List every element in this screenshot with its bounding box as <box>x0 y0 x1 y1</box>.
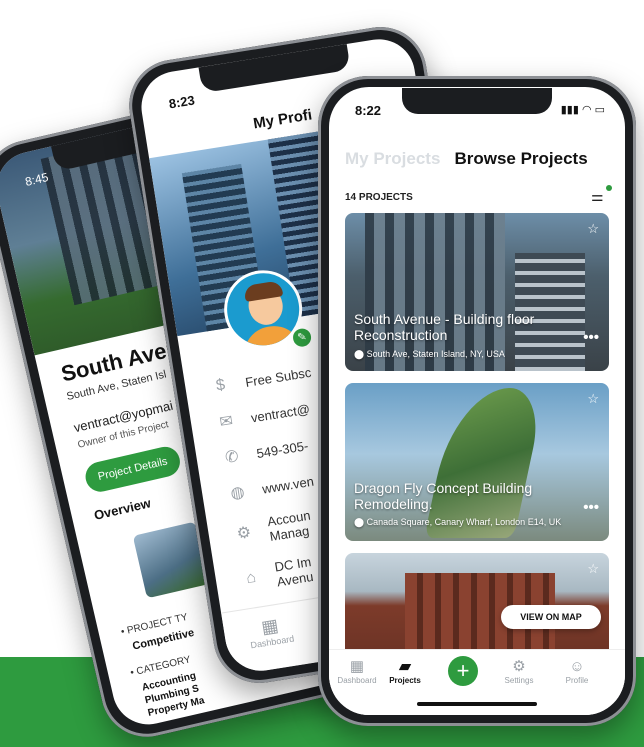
signal-wifi-battery-icon: ▮▮▮ ◠ ▭ <box>560 104 605 116</box>
category-value: Accounting Plumbing S Property Ma <box>141 670 206 719</box>
mail-icon: ✉ <box>218 412 235 432</box>
info-text: 549-305- <box>255 437 310 461</box>
location-pin-icon: ⬤ <box>354 517 365 527</box>
tab-my-projects[interactable]: My Projects <box>345 149 440 168</box>
status-time: 8:22 <box>355 103 382 118</box>
location-text: Canada Square, Canary Wharf, London E14,… <box>366 517 562 527</box>
gear-icon: ⚙ <box>512 658 526 675</box>
project-card-title: South Avenue - Building floor Reconstruc… <box>354 311 535 343</box>
more-options-icon[interactable]: ••• <box>583 329 599 346</box>
favorite-star-icon[interactable]: ☆ <box>587 391 599 407</box>
browse-projects-phone: 8:22 ▮▮▮ ◠ ▭ My Projects Browse Projects … <box>318 76 636 726</box>
project-tabs: My Projects Browse Projects <box>345 149 588 169</box>
tab-profile[interactable]: ☺ Profile <box>549 658 605 685</box>
favorite-star-icon[interactable]: ☆ <box>587 561 599 577</box>
browse-projects-screen: 8:22 ▮▮▮ ◠ ▭ My Projects Browse Projects … <box>329 87 625 715</box>
home-indicator <box>417 702 537 706</box>
tab-label: Settings <box>504 676 534 685</box>
tab-browse-projects[interactable]: Browse Projects <box>454 149 587 168</box>
location-text: South Ave, Staten Island, NY, USA <box>366 349 505 359</box>
project-image <box>345 553 609 649</box>
tab-settings[interactable]: ⚙ Settings <box>491 658 547 685</box>
info-text: Free Subsc <box>244 364 313 390</box>
status-time: 8:23 <box>167 92 196 112</box>
gear-icon: ⚙ <box>235 524 253 544</box>
info-text: ventract@ <box>249 400 311 425</box>
project-card-location: ⬤ Canada Square, Canary Wharf, London E1… <box>354 517 561 528</box>
folder-star-icon: ▰ <box>399 658 411 675</box>
favorite-star-icon[interactable]: ☆ <box>587 221 599 237</box>
filter-icon[interactable]: ⚌ <box>591 185 612 204</box>
phone-notch <box>402 88 552 114</box>
project-card[interactable]: ☆ Dragon Fly Concept Building Remodeling… <box>345 383 609 541</box>
tab-label: Profile <box>565 676 589 685</box>
view-on-map-button[interactable]: VIEW ON MAP <box>501 605 601 629</box>
home-icon: ⌂ <box>244 568 258 588</box>
location-pin-icon: ⬤ <box>354 349 365 359</box>
more-options-icon[interactable]: ••• <box>583 499 599 516</box>
add-project-button[interactable]: + <box>448 656 478 686</box>
project-image <box>345 213 609 371</box>
phone-icon: ✆ <box>224 448 240 467</box>
tab-label: Projects <box>389 676 421 685</box>
overview-heading: Overview <box>92 495 153 523</box>
project-card-location: ⬤ South Ave, Staten Island, NY, USA <box>354 349 505 360</box>
filter-active-dot <box>606 185 612 191</box>
project-count: 14 PROJECTS <box>345 192 413 203</box>
project-card-title: Dragon Fly Concept Building Remodeling. <box>354 480 533 512</box>
globe-icon: ◍ <box>229 483 246 503</box>
project-card[interactable]: ☆ South Avenue - Building floor Reconstr… <box>345 213 609 371</box>
tab-label: Dashboard <box>337 676 377 685</box>
edit-avatar-icon[interactable]: ✎ <box>289 325 315 351</box>
project-card[interactable]: ☆ <box>345 553 609 649</box>
info-text: Accoun Manag <box>266 507 312 544</box>
tab-dashboard[interactable]: ▦ Dashboard <box>247 613 295 650</box>
profile-icon: ☺ <box>569 658 585 675</box>
info-text: DC Im Avenu <box>273 554 315 590</box>
dollar-icon: $ <box>214 376 227 395</box>
project-details-button[interactable]: Project Details <box>82 443 183 495</box>
info-text: www.ven <box>261 473 315 497</box>
tab-projects[interactable]: ▰ Projects <box>377 658 433 685</box>
